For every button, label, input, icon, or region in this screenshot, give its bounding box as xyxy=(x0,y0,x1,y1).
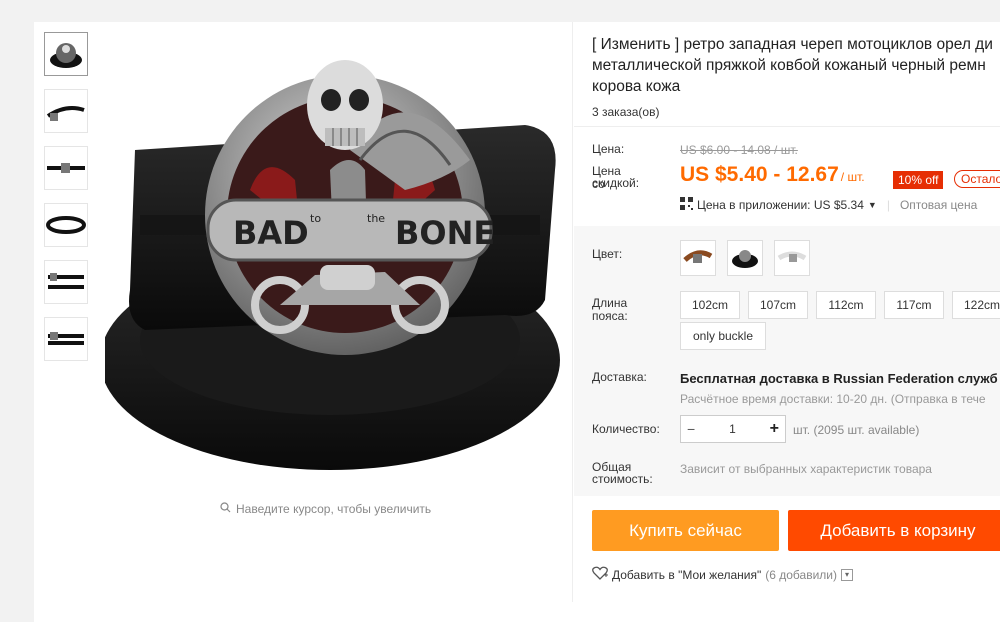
thumbnail-list xyxy=(44,32,90,374)
size-option-107[interactable]: 107cm xyxy=(748,291,808,319)
product-title-line2: металлической пряжкой ковбой кожаный чер… xyxy=(592,57,986,74)
size-option-only-buckle[interactable]: only buckle xyxy=(680,322,766,350)
buy-now-button[interactable]: Купить сейчас xyxy=(592,510,779,551)
heart-plus-icon xyxy=(592,566,608,583)
discount-label-line2: скидкой: xyxy=(592,176,640,190)
product-title-line1: [ Изменить ] ретро западная череп мотоци… xyxy=(592,36,993,53)
add-to-cart-button[interactable]: Добавить в корзину xyxy=(788,510,1000,551)
qr-code-icon xyxy=(680,197,693,213)
size-option-122[interactable]: 122cm xyxy=(952,291,1000,319)
quantity-available: шт. (2095 шт. available) xyxy=(793,423,920,437)
divider xyxy=(572,22,573,602)
thumbnail-3[interactable] xyxy=(44,146,88,190)
price-unit: / шт. xyxy=(840,170,865,184)
buckle-text-mid-left: to xyxy=(310,212,321,225)
delivery-label: Доставка: xyxy=(592,370,647,384)
total-label-line2: стоимость: xyxy=(592,472,653,486)
thumbnail-6[interactable] xyxy=(44,317,88,361)
orders-count: 3 заказа(ов) xyxy=(592,105,660,119)
thumbnail-5[interactable] xyxy=(44,260,88,304)
caret-down-icon: ▼ xyxy=(867,200,877,210)
product-info: [ Изменить ] ретро западная череп мотоци… xyxy=(592,34,1000,119)
wishlist-link[interactable]: Добавить в "Мои желания" (6 добавили) ▾ xyxy=(592,566,853,583)
color-swatch-black[interactable] xyxy=(727,240,763,276)
color-label: Цвет: xyxy=(592,247,623,261)
zoom-hint: Наведите курсор, чтобы увеличить xyxy=(220,502,431,516)
wholesale-link[interactable]: Оптовая цена xyxy=(900,198,977,212)
buckle-text-left: BAD xyxy=(233,214,309,252)
buckle-text-right: BONE xyxy=(395,214,495,252)
app-price-text: Цена в приложении: US $5.34 xyxy=(697,198,864,212)
app-price[interactable]: Цена в приложении: US $5.34 ▼ | Оптовая … xyxy=(680,197,977,213)
remaining-badge: Остало xyxy=(954,170,1000,188)
quantity-plus-button[interactable]: + xyxy=(770,420,779,438)
thumbnail-1[interactable] xyxy=(44,32,88,76)
main-product-image[interactable]: BAD to the BONE xyxy=(100,40,565,480)
separator xyxy=(574,126,1000,127)
thumbnail-2[interactable] xyxy=(44,89,88,133)
wishlist-text: Добавить в "Мои желания" xyxy=(612,567,762,582)
quantity-input[interactable]: 1 xyxy=(729,422,736,436)
zoom-hint-text: Наведите курсор, чтобы увеличить xyxy=(236,502,432,516)
thumbnail-4[interactable] xyxy=(44,203,88,247)
price-label: Цена: xyxy=(592,142,625,156)
old-price: US $6.00 - 14.08 / шт. xyxy=(680,143,798,157)
product-title-line3: корова кожа xyxy=(592,78,681,95)
size-option-117[interactable]: 117cm xyxy=(884,291,944,319)
pipe-divider: | xyxy=(886,198,890,212)
color-swatch-white[interactable] xyxy=(774,240,810,276)
discount-badge: 10% off xyxy=(893,171,944,189)
color-swatch-brown[interactable] xyxy=(680,240,716,276)
buckle-text-mid-right: the xyxy=(367,212,385,225)
length-label: Длина пояса: xyxy=(592,296,628,323)
delivery-value[interactable]: Бесплатная доставка в Russian Federation… xyxy=(680,371,998,386)
wishlist-count: (6 добавили) xyxy=(765,567,837,582)
size-option-102[interactable]: 102cm xyxy=(680,291,740,319)
quantity-label: Количество: xyxy=(592,422,660,436)
price-value: US $5.40 - 12.67 xyxy=(680,163,839,186)
magnifier-icon xyxy=(220,502,231,516)
size-option-112[interactable]: 112cm xyxy=(816,291,876,319)
quantity-stepper: − 1 + xyxy=(680,415,786,443)
delivery-estimate: Расчётное время доставки: 10-20 дн. (Отп… xyxy=(680,392,986,406)
chevron-down-icon[interactable]: ▾ xyxy=(840,568,853,581)
quantity-minus-button[interactable]: − xyxy=(687,421,695,437)
current-price: US $5.40 - 12.67/ шт. xyxy=(680,163,865,187)
total-value: Зависит от выбранных характеристик товар… xyxy=(680,462,932,476)
